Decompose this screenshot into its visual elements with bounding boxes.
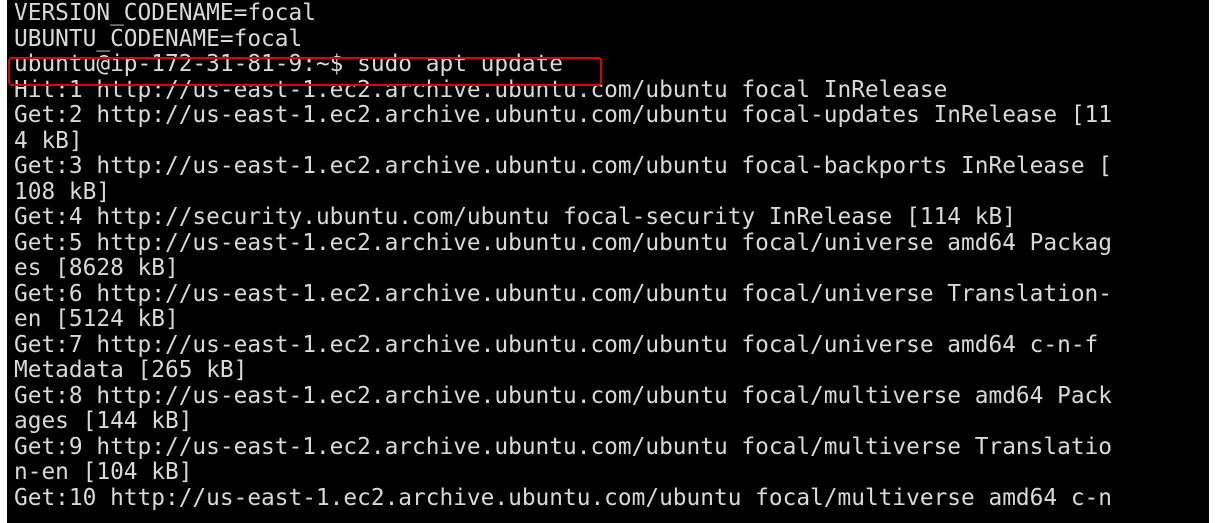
terminal-line-version-codename: VERSION_CODENAME=focal xyxy=(14,0,316,26)
terminal-line: 4 kB] xyxy=(14,127,83,154)
terminal-line: Get:6 http://us-east-1.ec2.archive.ubunt… xyxy=(14,280,1112,307)
terminal-line-ubuntu-codename: UBUNTU_CODENAME=focal xyxy=(14,25,303,52)
terminal-line: Get:3 http://us-east-1.ec2.archive.ubunt… xyxy=(14,153,1112,179)
terminal-command-prompt[interactable]: ubuntu@ip-172-31-81-9:~$ sudo apt update xyxy=(14,51,1112,78)
terminal-line: es [8628 kB] xyxy=(14,255,179,281)
terminal-line: Metadata [265 kB] xyxy=(14,357,248,383)
terminal-line: 108 kB] xyxy=(14,178,111,205)
terminal-line: Get:8 http://us-east-1.ec2.archive.ubunt… xyxy=(14,382,1112,409)
terminal-line: n-en [104 kB] xyxy=(14,459,193,485)
terminal-line: en [5124 kB] xyxy=(14,306,179,332)
terminal-line: Get:5 http://us-east-1.ec2.archive.ubunt… xyxy=(14,229,1112,256)
terminal-line: Get:7 http://us-east-1.ec2.archive.ubunt… xyxy=(14,331,1099,358)
terminal-window[interactable]: VERSION_CODENAME=focal UBUNTU_CODENAME=f… xyxy=(7,0,1209,523)
terminal-line: Get:9 http://us-east-1.ec2.archive.ubunt… xyxy=(14,433,1112,460)
terminal-output: VERSION_CODENAME=focal UBUNTU_CODENAME=f… xyxy=(14,0,1112,511)
terminal-line: Get:4 http://security.ubuntu.com/ubuntu … xyxy=(14,204,1016,230)
terminal-line: Get:2 http://us-east-1.ec2.archive.ubunt… xyxy=(14,102,1112,128)
terminal-line: Get:10 http://us-east-1.ec2.archive.ubun… xyxy=(14,484,1112,511)
terminal-line: ages [144 kB] xyxy=(14,408,193,434)
terminal-line: Hit:1 http://us-east-1.ec2.archive.ubunt… xyxy=(14,76,948,103)
